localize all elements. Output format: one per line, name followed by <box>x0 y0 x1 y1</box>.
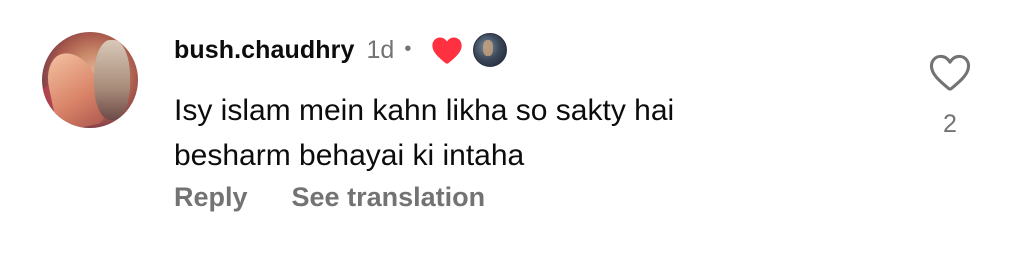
heart-filled-icon <box>431 35 463 65</box>
heart-outline-icon <box>928 54 972 95</box>
timestamp: 1d <box>366 35 395 64</box>
username-link[interactable]: bush.chaudhry <box>174 36 355 65</box>
comment-text-line-2: besharm behayai ki intaha <box>174 139 525 172</box>
avatar[interactable] <box>42 32 138 128</box>
reply-button[interactable]: Reply <box>174 182 248 213</box>
author-avatar <box>473 33 508 67</box>
comment-text-line-1: Isy islam mein kahn likha so sakty hai <box>174 94 675 127</box>
comment-actions: Reply See translation <box>174 182 485 213</box>
like-button[interactable] <box>928 52 972 92</box>
comment-item: bush.chaudhry 1d • Isy islam mein kahn l… <box>0 0 1024 270</box>
like-count: 2 <box>943 110 957 138</box>
comment-header: bush.chaudhry 1d • <box>174 30 508 70</box>
see-translation-button[interactable]: See translation <box>292 182 486 213</box>
like-column: 2 <box>924 52 976 139</box>
separator-dot: • <box>404 37 412 60</box>
comment-text: Isy islam mein kahn likha so sakty hai b… <box>174 88 874 178</box>
